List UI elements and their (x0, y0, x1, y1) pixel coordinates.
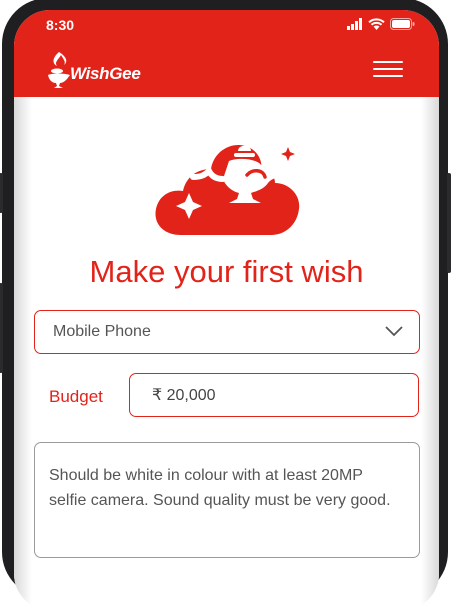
hamburger-menu-icon[interactable] (373, 61, 403, 78)
battery-icon (390, 18, 415, 30)
app-name: WishGee (70, 64, 141, 83)
wifi-icon (368, 18, 385, 30)
magic-lamp-cloud-icon (155, 145, 300, 235)
app-header: WishGee (14, 42, 439, 97)
wish-description-textarea[interactable]: Should be white in colour with at least … (34, 442, 420, 558)
volume-up-button (0, 173, 3, 213)
category-selected-value: Mobile Phone (53, 323, 151, 340)
page-title: Make your first wish (89, 254, 364, 289)
status-bar: 8:30 (14, 10, 439, 42)
volume-down-button (0, 283, 3, 373)
status-time: 8:30 (46, 17, 75, 33)
budget-label: Budget (49, 387, 103, 406)
category-select[interactable]: Mobile Phone (34, 310, 420, 354)
chevron-down-icon (385, 326, 403, 337)
wishgee-logo[interactable]: WishGee (44, 50, 141, 90)
phone-screen: 8:30 WishGee Make your first wish Mobile… (14, 10, 439, 610)
wish-description-text: Should be white in colour with at least … (49, 467, 391, 509)
phone-frame: 8:30 WishGee Make your first wish Mobile… (0, 0, 451, 610)
status-icons (347, 18, 415, 30)
budget-input[interactable]: ₹ 20,000 (129, 373, 419, 417)
wish-form-page: Make your first wish Mobile Phone Budget… (14, 97, 439, 610)
power-button (447, 173, 451, 273)
signal-icon (347, 18, 362, 30)
budget-value: ₹ 20,000 (152, 387, 216, 404)
